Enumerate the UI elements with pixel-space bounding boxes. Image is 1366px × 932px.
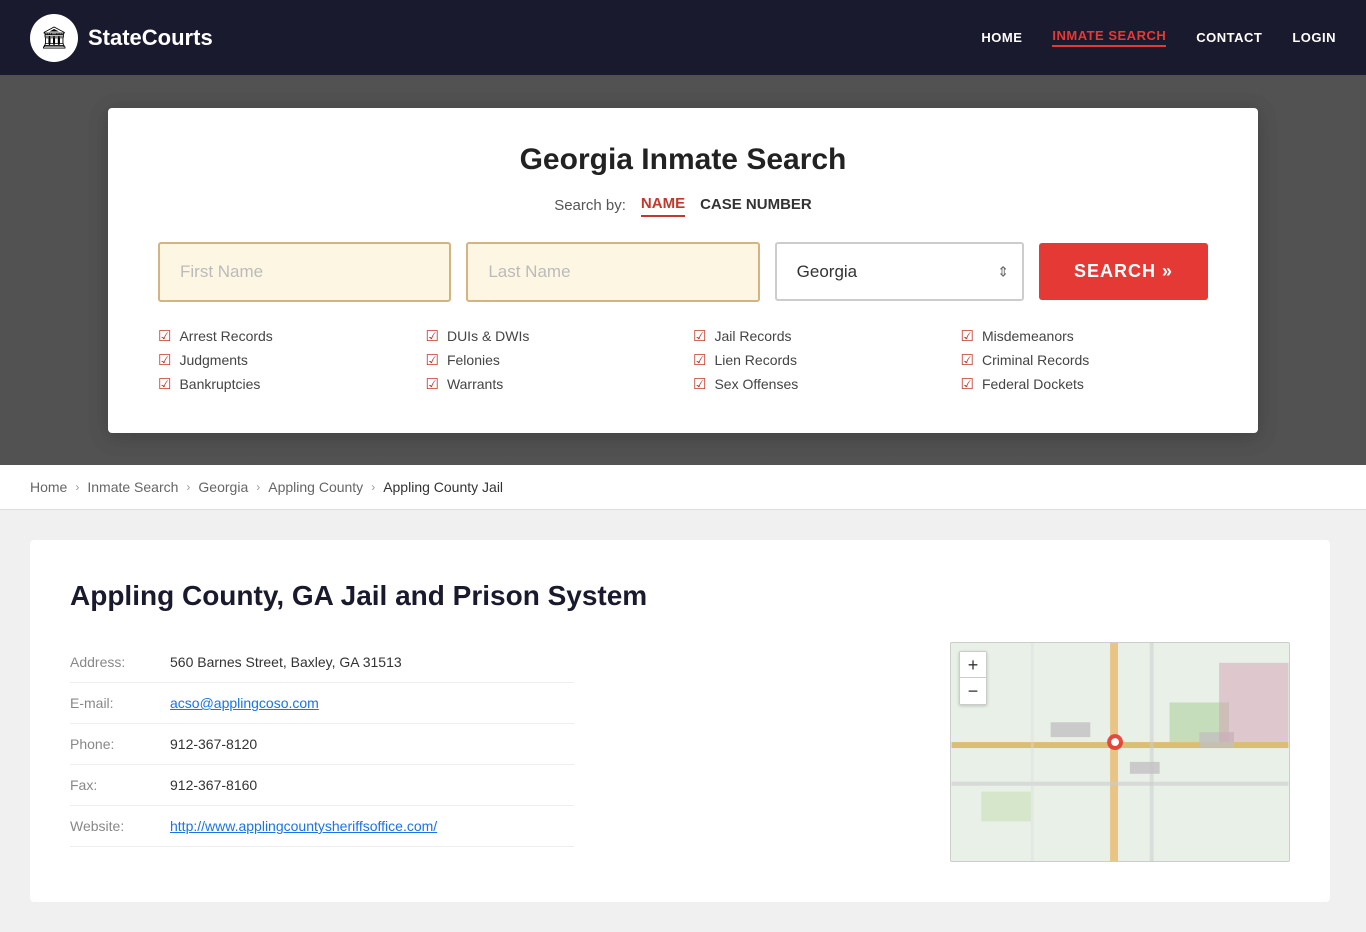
- map-controls: + −: [959, 651, 987, 705]
- breadcrumb: Home › Inmate Search › Georgia › Appling…: [0, 465, 1366, 510]
- record-duis-dwis: ☑ DUIs & DWIs: [426, 327, 674, 345]
- fax-value: 912-367-8160: [170, 765, 574, 806]
- record-label: Misdemeanors: [982, 328, 1074, 344]
- check-icon: ☑: [426, 351, 439, 369]
- check-icon: ☑: [426, 375, 439, 393]
- search-title: Georgia Inmate Search: [158, 143, 1208, 177]
- breadcrumb-home[interactable]: Home: [30, 479, 67, 495]
- record-label: Federal Dockets: [982, 376, 1084, 392]
- info-table: Address: 560 Barnes Street, Baxley, GA 3…: [70, 642, 574, 847]
- content-card: Appling County, GA Jail and Prison Syste…: [30, 540, 1330, 902]
- check-icon: ☑: [961, 327, 974, 345]
- email-link[interactable]: acso@applingcoso.com: [170, 695, 319, 711]
- phone-value: 912-367-8120: [170, 724, 574, 765]
- site-name: StateCourts: [88, 25, 213, 51]
- check-icon: ☑: [961, 351, 974, 369]
- search-button[interactable]: SEARCH »: [1039, 243, 1208, 300]
- record-arrest-records: ☑ Arrest Records: [158, 327, 406, 345]
- fax-row: Fax: 912-367-8160: [70, 765, 574, 806]
- record-label: Arrest Records: [179, 328, 272, 344]
- record-misdemeanors: ☑ Misdemeanors: [961, 327, 1209, 345]
- address-label: Address:: [70, 642, 170, 683]
- nav-inmate-search[interactable]: INMATE SEARCH: [1052, 28, 1166, 47]
- logo[interactable]: 🏛 StateCourts: [30, 14, 213, 62]
- record-label: DUIs & DWIs: [447, 328, 529, 344]
- record-label: Sex Offenses: [714, 376, 798, 392]
- record-label: Felonies: [447, 352, 500, 368]
- map-svg: [951, 643, 1289, 861]
- phone-row: Phone: 912-367-8120: [70, 724, 574, 765]
- record-label: Jail Records: [714, 328, 791, 344]
- main-content: Appling County, GA Jail and Prison Syste…: [0, 510, 1366, 932]
- breadcrumb-inmate-search[interactable]: Inmate Search: [87, 479, 178, 495]
- record-warrants: ☑ Warrants: [426, 375, 674, 393]
- hero-section: COURTHOUSE Georgia Inmate Search Search …: [0, 75, 1366, 465]
- map-zoom-out-button[interactable]: −: [960, 678, 986, 704]
- map-zoom-in-button[interactable]: +: [960, 652, 986, 678]
- phone-label: Phone:: [70, 724, 170, 765]
- breadcrumb-appling-county[interactable]: Appling County: [268, 479, 363, 495]
- check-icon: ☑: [961, 375, 974, 393]
- search-by-row: Search by: NAME CASE NUMBER: [158, 195, 1208, 217]
- record-felonies: ☑ Felonies: [426, 351, 674, 369]
- record-federal-dockets: ☑ Federal Dockets: [961, 375, 1209, 393]
- check-icon: ☑: [158, 375, 171, 393]
- email-label: E-mail:: [70, 683, 170, 724]
- website-row: Website: http://www.applingcountysheriff…: [70, 806, 574, 847]
- map-placeholder: + −: [950, 642, 1290, 862]
- check-icon: ☑: [158, 351, 171, 369]
- fax-label: Fax:: [70, 765, 170, 806]
- content-row: Address: 560 Barnes Street, Baxley, GA 3…: [70, 642, 1290, 862]
- state-select-wrapper: Georgia Alabama Florida Tennessee ⇕: [775, 242, 1024, 301]
- first-name-input[interactable]: [158, 242, 451, 302]
- email-row: E-mail: acso@applingcoso.com: [70, 683, 574, 724]
- check-icon: ☑: [693, 375, 706, 393]
- facility-title: Appling County, GA Jail and Prison Syste…: [70, 580, 1290, 612]
- website-label: Website:: [70, 806, 170, 847]
- record-jail-records: ☑ Jail Records: [693, 327, 941, 345]
- record-bankruptcies: ☑ Bankruptcies: [158, 375, 406, 393]
- record-judgments: ☑ Judgments: [158, 351, 406, 369]
- check-icon: ☑: [426, 327, 439, 345]
- nav: HOME INMATE SEARCH CONTACT LOGIN: [981, 28, 1336, 47]
- breadcrumb-sep-2: ›: [186, 480, 190, 494]
- check-icon: ☑: [158, 327, 171, 345]
- breadcrumb-georgia[interactable]: Georgia: [198, 479, 248, 495]
- record-lien-records: ☑ Lien Records: [693, 351, 941, 369]
- record-label: Judgments: [179, 352, 247, 368]
- record-sex-offenses: ☑ Sex Offenses: [693, 375, 941, 393]
- email-value: acso@applingcoso.com: [170, 683, 574, 724]
- breadcrumb-sep-4: ›: [371, 480, 375, 494]
- records-grid: ☑ Arrest Records ☑ DUIs & DWIs ☑ Jail Re…: [158, 327, 1208, 393]
- address-row: Address: 560 Barnes Street, Baxley, GA 3…: [70, 642, 574, 683]
- map-section: + −: [950, 642, 1290, 862]
- state-select[interactable]: Georgia Alabama Florida Tennessee: [775, 242, 1024, 301]
- website-link[interactable]: http://www.applingcountysheriffsoffice.c…: [170, 818, 437, 834]
- tab-case-number[interactable]: CASE NUMBER: [700, 196, 812, 216]
- check-icon: ☑: [693, 351, 706, 369]
- breadcrumb-sep-1: ›: [75, 480, 79, 494]
- logo-icon: 🏛: [30, 14, 78, 62]
- website-value: http://www.applingcountysheriffsoffice.c…: [170, 806, 574, 847]
- breadcrumb-appling-county-jail: Appling County Jail: [383, 479, 503, 495]
- address-value: 560 Barnes Street, Baxley, GA 31513: [170, 642, 574, 683]
- record-label: Warrants: [447, 376, 503, 392]
- nav-login[interactable]: LOGIN: [1292, 30, 1336, 45]
- tab-name[interactable]: NAME: [641, 195, 685, 217]
- record-label: Criminal Records: [982, 352, 1089, 368]
- nav-home[interactable]: HOME: [981, 30, 1022, 45]
- breadcrumb-sep-3: ›: [256, 480, 260, 494]
- info-section: Address: 560 Barnes Street, Baxley, GA 3…: [70, 642, 910, 847]
- header: 🏛 StateCourts HOME INMATE SEARCH CONTACT…: [0, 0, 1366, 75]
- nav-contact[interactable]: CONTACT: [1196, 30, 1262, 45]
- search-inputs-row: Georgia Alabama Florida Tennessee ⇕ SEAR…: [158, 242, 1208, 302]
- record-label: Bankruptcies: [179, 376, 260, 392]
- search-by-label: Search by:: [554, 197, 626, 214]
- last-name-input[interactable]: [466, 242, 759, 302]
- check-icon: ☑: [693, 327, 706, 345]
- search-card: Georgia Inmate Search Search by: NAME CA…: [108, 108, 1258, 433]
- record-label: Lien Records: [714, 352, 797, 368]
- record-criminal-records: ☑ Criminal Records: [961, 351, 1209, 369]
